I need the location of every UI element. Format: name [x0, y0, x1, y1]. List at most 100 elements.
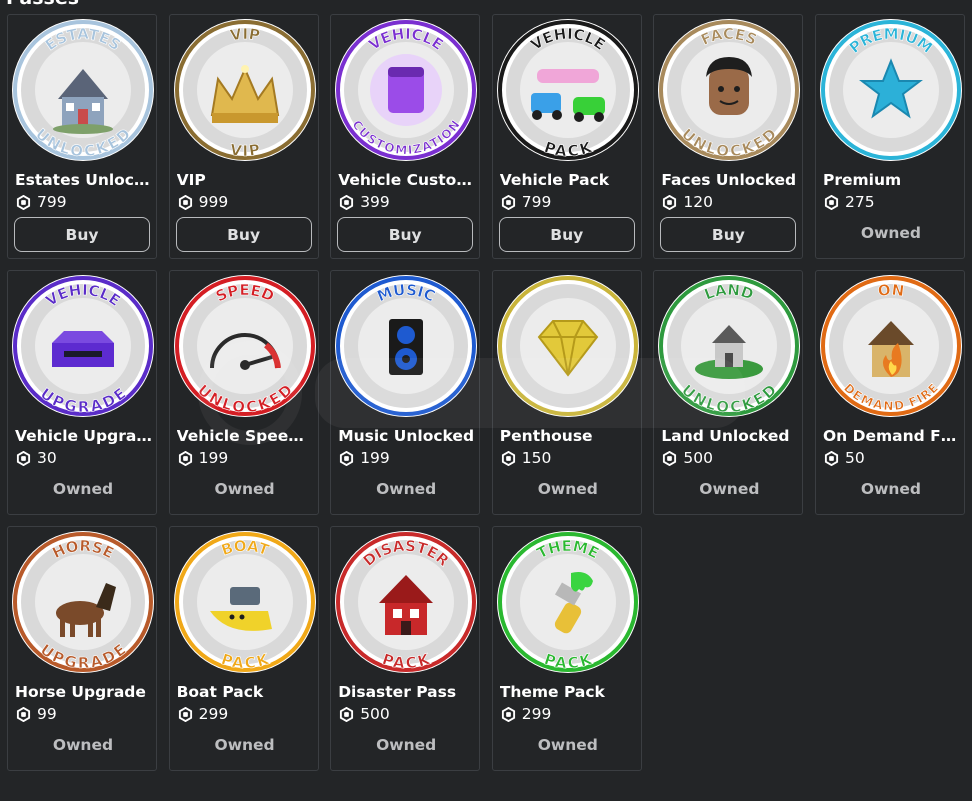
- owned-label: Owned: [537, 480, 598, 498]
- pass-grid: ESTATES UNLOCKED Estates Unlocked 799 Buy VIP…: [7, 14, 965, 771]
- pass-badge-image[interactable]: ON DEMAND FIRE: [818, 273, 964, 419]
- pass-price: 500: [339, 705, 390, 723]
- pass-badge-image[interactable]: VEHICLE CUSTOMIZATION: [333, 17, 479, 163]
- robux-icon: [501, 706, 515, 722]
- pass-price: 299: [178, 705, 229, 723]
- pass-card[interactable]: DISASTER PACK Disaster Pass 500 Owned: [330, 526, 481, 771]
- paint-bucket-icon: [370, 54, 443, 126]
- pass-badge-image[interactable]: SPEED UNLOCKED: [172, 273, 318, 419]
- buy-button[interactable]: Buy: [14, 217, 150, 252]
- pass-name[interactable]: VIP: [177, 171, 315, 189]
- price-value: 299: [198, 705, 229, 723]
- badge-top-text: VIP: [228, 25, 261, 45]
- pass-name[interactable]: Boat Pack: [177, 683, 315, 701]
- pass-card[interactable]: ON DEMAND FIRE On Demand Fire 50 Owned: [814, 270, 965, 515]
- pass-badge-image[interactable]: HORSE UPGRADE: [10, 529, 156, 675]
- pass-card[interactable]: ESTATES UNLOCKED Estates Unlocked 799 Buy: [7, 14, 157, 259]
- price-value: 199: [360, 449, 390, 467]
- robux-icon: [501, 194, 515, 210]
- pass-badge-image[interactable]: DISASTER PACK: [333, 529, 479, 675]
- pass-price: 500: [662, 449, 713, 467]
- pass-badge-image[interactable]: VEHICLE PACK: [495, 17, 641, 163]
- price-value: 99: [37, 705, 57, 723]
- pass-price: 199: [178, 449, 229, 467]
- pass-card[interactable]: PREMIUM Premium 275 Owned: [814, 14, 965, 259]
- face-icon: [706, 57, 753, 115]
- pass-name[interactable]: Horse Upgrade: [15, 683, 153, 701]
- pass-badge-image[interactable]: PREMIUM: [818, 17, 964, 163]
- robux-icon: [16, 706, 31, 722]
- robux-icon: [663, 450, 677, 466]
- pass-price: 99: [16, 705, 57, 723]
- pass-card[interactable]: BOAT PACK Boat Pack 299 Owned: [168, 526, 319, 771]
- pass-badge-image[interactable]: VEHICLE UPGRADE: [10, 273, 156, 419]
- price-value: 799: [521, 193, 552, 211]
- pass-name[interactable]: Vehicle Pack: [500, 171, 638, 189]
- pass-price: 30: [16, 449, 57, 467]
- pass-card[interactable]: VEHICLE UPGRADE Vehicle Upgrade 30 Owned: [7, 270, 157, 515]
- pass-badge-image[interactable]: FACES UNLOCKED: [656, 17, 802, 163]
- pass-name[interactable]: Vehicle Customization: [338, 171, 476, 189]
- pass-name[interactable]: Estates Unlocked: [15, 171, 153, 189]
- pass-price: 150: [501, 449, 552, 467]
- pass-name[interactable]: Theme Pack: [500, 683, 638, 701]
- pass-badge-image[interactable]: MUSIC: [333, 273, 479, 419]
- pass-name[interactable]: Disaster Pass: [338, 683, 476, 701]
- owned-label: Owned: [376, 736, 437, 754]
- pass-badge-image[interactable]: THEME PACK: [495, 529, 641, 675]
- pass-badge-image[interactable]: [495, 273, 641, 419]
- robux-icon: [340, 450, 354, 466]
- price-value: 120: [683, 193, 713, 211]
- pass-name[interactable]: Penthouse: [500, 427, 638, 445]
- pass-price: 120: [662, 193, 713, 211]
- robux-icon: [178, 194, 192, 210]
- price-value: 799: [37, 193, 67, 211]
- pass-name[interactable]: Faces Unlocked: [661, 171, 799, 189]
- pass-name[interactable]: Vehicle Upgrade: [15, 427, 153, 445]
- price-value: 150: [521, 449, 552, 467]
- buy-button[interactable]: Buy: [175, 217, 312, 252]
- pass-card[interactable]: HORSE UPGRADE Horse Upgrade 99 Owned: [7, 526, 157, 771]
- pass-badge-image[interactable]: ESTATES UNLOCKED: [10, 17, 156, 163]
- buy-button[interactable]: Buy: [337, 217, 474, 252]
- pass-card[interactable]: VEHICLE PACK Vehicle Pack 799 Buy: [491, 14, 642, 259]
- robux-icon: [340, 194, 354, 210]
- price-value: 399: [360, 193, 390, 211]
- owned-label: Owned: [699, 480, 760, 498]
- robux-icon: [501, 450, 515, 466]
- section-title: Passes: [6, 0, 79, 8]
- pass-badge-image[interactable]: LAND UNLOCKED: [656, 273, 802, 419]
- pass-name[interactable]: On Demand Fire: [823, 427, 961, 445]
- pass-name[interactable]: Vehicle Speed Unlocked: [177, 427, 315, 445]
- pass-price: 399: [339, 193, 390, 211]
- pass-badge-image[interactable]: VIP VIP: [172, 17, 318, 163]
- pass-card[interactable]: FACES UNLOCKED Faces Unlocked 120 Buy: [653, 14, 804, 259]
- speaker-icon: [389, 319, 424, 375]
- pass-card[interactable]: MUSIC Music Unlocked 199 Owned: [330, 270, 481, 515]
- price-value: 275: [844, 193, 875, 211]
- price-value: 500: [683, 449, 713, 467]
- buy-button[interactable]: Buy: [498, 217, 635, 252]
- pass-card[interactable]: VEHICLECUSTOMIZATION Vehicle Customizatio…: [330, 14, 481, 259]
- price-value: 30: [37, 449, 57, 467]
- owned-label: Owned: [376, 480, 437, 498]
- pass-card[interactable]: VIP VIP VIP 999 Buy: [168, 14, 319, 259]
- owned-label: Owned: [537, 736, 598, 754]
- robux-icon: [824, 194, 839, 210]
- pass-name[interactable]: Music Unlocked: [338, 427, 476, 445]
- pass-card[interactable]: THEME PACK Theme Pack 299 Owned: [491, 526, 642, 771]
- price-value: 199: [198, 449, 229, 467]
- pass-price: 799: [16, 193, 67, 211]
- pass-card[interactable]: LAND UNLOCKED Land Unlocked 500 Owned: [653, 270, 804, 515]
- pass-price: 275: [824, 193, 875, 211]
- pass-badge-image[interactable]: BOAT PACK: [172, 529, 318, 675]
- pass-card[interactable]: SPEEDUNLOCKED Vehicle Speed Unlocked 199 Ow…: [168, 270, 319, 515]
- pass-name[interactable]: Land Unlocked: [661, 427, 799, 445]
- robux-icon: [178, 706, 192, 722]
- pass-name[interactable]: Premium: [823, 171, 961, 189]
- badge-bottom-text: VIP: [228, 141, 261, 161]
- buy-button[interactable]: Buy: [660, 217, 797, 252]
- price-value: 999: [198, 193, 229, 211]
- owned-label: Owned: [214, 480, 275, 498]
- pass-card[interactable]: Penthouse 150 Owned: [491, 270, 642, 515]
